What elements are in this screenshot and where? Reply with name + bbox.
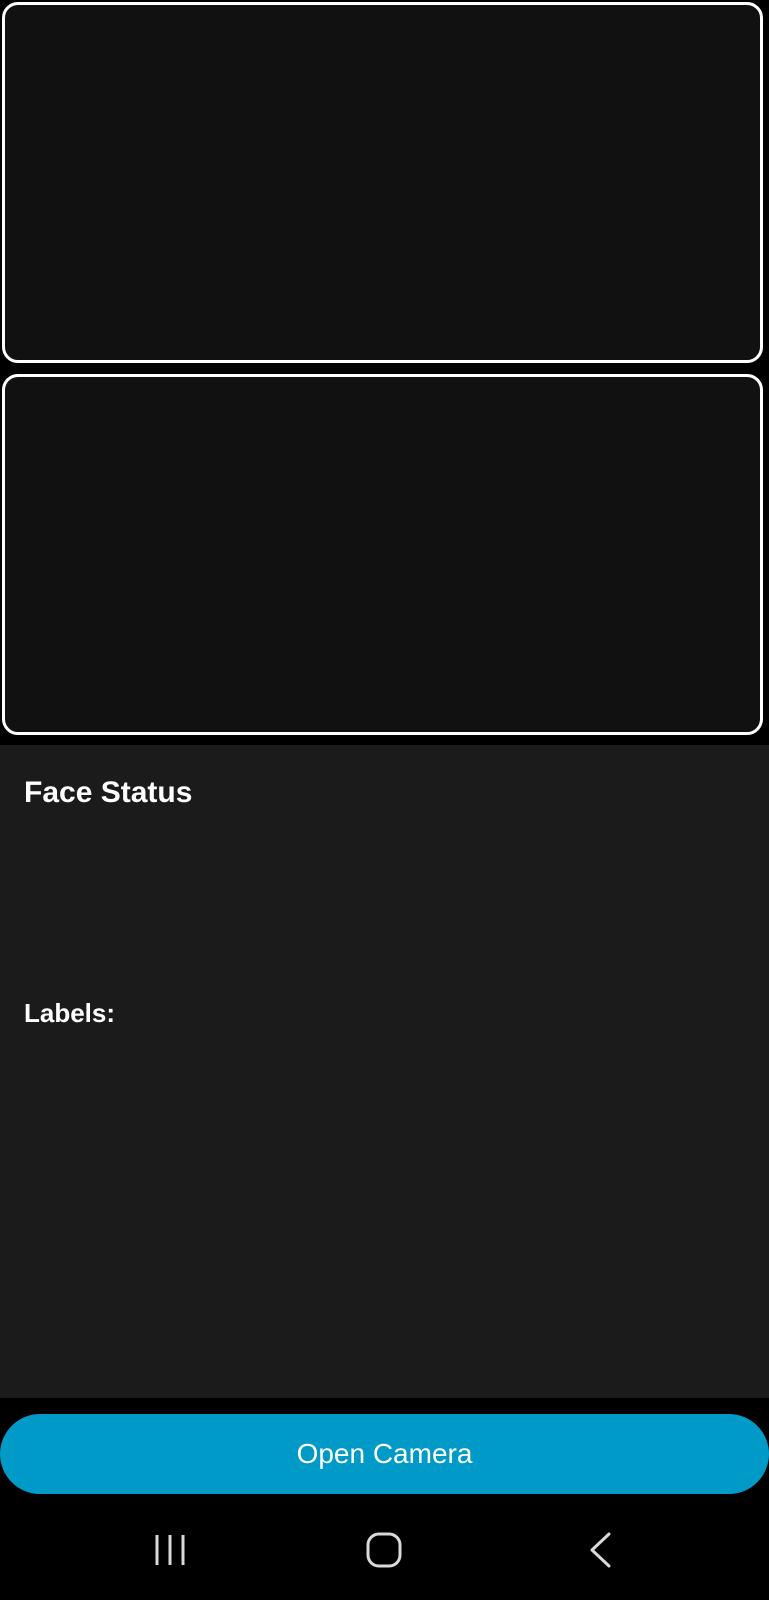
home-icon (366, 1532, 402, 1568)
camera-preview-bottom (2, 374, 763, 735)
face-status-panel: Face Status Labels: (0, 745, 769, 1398)
face-status-title: Face Status (24, 776, 193, 809)
open-camera-button[interactable]: Open Camera (0, 1414, 769, 1494)
home-button[interactable] (324, 1500, 444, 1600)
recents-button[interactable] (110, 1500, 230, 1600)
back-icon (590, 1532, 611, 1568)
recents-icon (155, 1535, 185, 1565)
back-button[interactable] (540, 1500, 660, 1600)
camera-preview-top (2, 2, 763, 363)
system-nav-bar (0, 1500, 769, 1600)
labels-heading: Labels: (24, 998, 116, 1028)
